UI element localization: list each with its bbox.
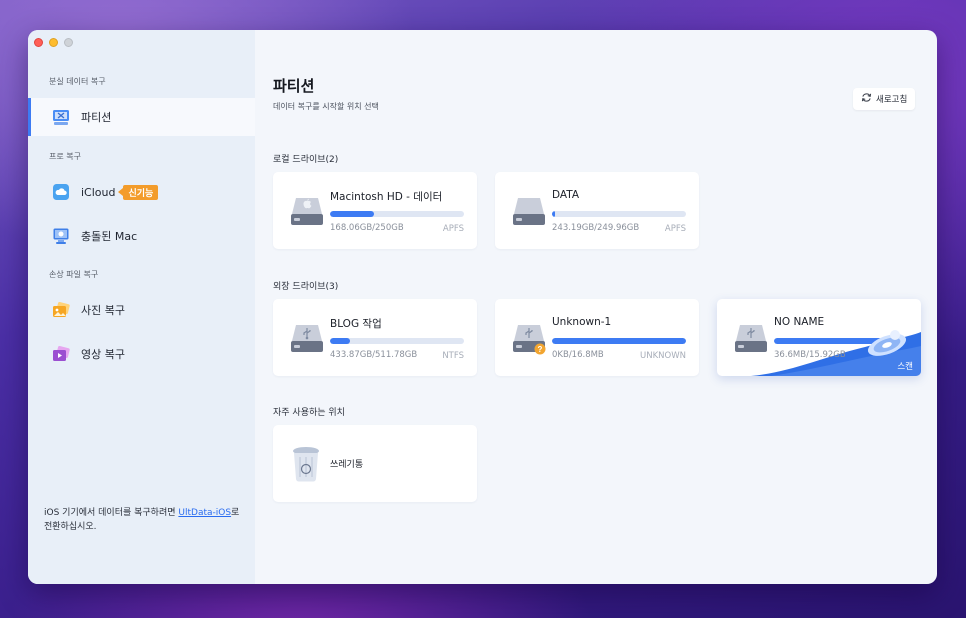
minimize-window-button[interactable] — [49, 38, 58, 47]
drive-usage-fill — [552, 338, 686, 344]
drive-card-data[interactable]: DATA 243.19GB/249.96GB APFS — [495, 172, 699, 249]
sidebar-item-crashed-mac[interactable]: 충돌된 Mac — [28, 217, 255, 255]
close-window-button[interactable] — [34, 38, 43, 47]
ultdata-ios-link[interactable]: UltData-iOS — [178, 508, 231, 518]
svg-text:?: ? — [538, 345, 543, 354]
drive-filesystem: NTFS — [442, 351, 464, 361]
drive-size: 0KB/16.8MB — [552, 350, 604, 360]
drive-size: 433.87GB/511.78GB — [330, 350, 418, 360]
drive-name: DATA — [552, 189, 580, 201]
partition-icon — [52, 108, 70, 126]
zoom-window-button[interactable] — [64, 38, 73, 47]
icloud-icon — [52, 183, 70, 201]
refresh-icon — [861, 92, 872, 106]
drive-size: 36.6MB/15.92GB — [774, 350, 846, 360]
drive-name: BLOG 작업 — [330, 318, 382, 330]
trash-card[interactable]: 쓰레기통 — [273, 425, 477, 502]
sidebar-item-label: 사진 복구 — [81, 304, 125, 317]
crashed-mac-icon — [52, 227, 70, 245]
drive-card-noname[interactable]: NO NAME 36.6MB/15.92GB 스캔 — [717, 299, 921, 376]
sidebar-item-video[interactable]: 영상 복구 — [28, 335, 255, 373]
hard-drive-icon — [512, 192, 546, 228]
ios-switch-note: iOS 기기에서 데이터를 복구하려면 UltData-iOS로 전환하십시오. — [44, 506, 244, 534]
frequent-locations-title: 자주 사용하는 위치 — [273, 408, 345, 418]
apple-drive-icon — [290, 192, 324, 228]
section-title-damaged: 손상 파일 복구 — [49, 270, 99, 279]
drive-card-macintosh[interactable]: Macintosh HD - 데이터 168.06GB/250GB APFS — [273, 172, 477, 249]
sidebar-item-icloud[interactable]: iCloud 신기능 — [28, 173, 255, 211]
sidebar-item-partition[interactable]: 파티션 — [28, 98, 255, 136]
scan-button[interactable]: 스캔 — [897, 360, 913, 372]
drive-usage-bar — [330, 211, 464, 217]
drive-usage-bar — [552, 338, 686, 344]
sidebar-item-label: 파티션 — [81, 111, 112, 124]
new-feature-badge: 신기능 — [118, 184, 159, 200]
usb-drive-warning-icon: ? — [512, 319, 546, 355]
window-controls — [34, 38, 73, 47]
drive-name: Unknown-1 — [552, 316, 612, 328]
video-icon — [52, 345, 70, 363]
scan-disk-icon — [865, 323, 913, 363]
local-drives-title: 로컬 드라이브(2) — [273, 155, 339, 165]
sidebar: 분실 데이터 복구 파티션 프로 복구 iCloud 신기능 충돌된 Mac 손… — [28, 30, 255, 584]
usb-drive-icon — [734, 319, 768, 355]
drive-card-blog[interactable]: BLOG 작업 433.87GB/511.78GB NTFS — [273, 299, 477, 376]
section-title-lost-data: 분실 데이터 복구 — [49, 77, 106, 86]
page-title: 파티션 — [273, 77, 315, 95]
drive-filesystem: APFS — [664, 224, 686, 234]
drive-usage-fill — [552, 211, 555, 217]
external-drives-title: 외장 드라이브(3) — [273, 282, 339, 292]
drive-filesystem: UNKNOWN — [640, 351, 686, 361]
drive-usage-fill — [330, 338, 351, 344]
drive-name: NO NAME — [774, 316, 825, 328]
drive-filesystem: APFS — [442, 224, 464, 234]
sidebar-item-photo[interactable]: 사진 복구 — [28, 291, 255, 329]
section-title-pro: 프로 복구 — [49, 152, 81, 161]
page-subtitle: 데이터 복구를 시작할 위치 선택 — [273, 102, 379, 111]
drive-usage-bar — [552, 211, 686, 217]
drive-usage-fill — [330, 211, 375, 217]
app-window: 분실 데이터 복구 파티션 프로 복구 iCloud 신기능 충돌된 Mac 손… — [28, 30, 937, 584]
drive-size: 243.19GB/249.96GB — [552, 223, 640, 233]
drive-usage-bar — [330, 338, 464, 344]
usb-drive-icon — [290, 319, 324, 355]
sidebar-item-label: 충돌된 Mac — [81, 230, 138, 243]
main-content: 파티션 데이터 복구를 시작할 위치 선택 새로고침 로컬 드라이브(2) Ma… — [255, 30, 937, 584]
refresh-button[interactable]: 새로고침 — [853, 88, 916, 110]
drive-name: Macintosh HD - 데이터 — [330, 191, 443, 203]
drive-size: 168.06GB/250GB — [330, 223, 404, 233]
trash-icon — [291, 445, 325, 482]
refresh-label: 새로고침 — [876, 95, 908, 105]
footer-text: iOS 기기에서 데이터를 복구하려면 — [44, 508, 179, 518]
sidebar-item-label: iCloud — [81, 185, 116, 199]
sidebar-item-label: 영상 복구 — [81, 348, 125, 361]
drive-card-unknown[interactable]: ? Unknown-1 0KB/16.8MB UNKNOWN — [495, 299, 699, 376]
photo-icon — [52, 301, 70, 319]
trash-label: 쓰레기통 — [330, 460, 364, 470]
